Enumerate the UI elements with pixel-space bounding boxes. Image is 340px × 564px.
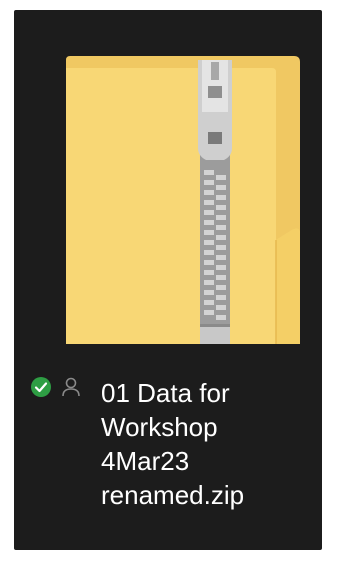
zipped-folder-icon — [66, 56, 300, 344]
file-tile[interactable]: 01 Data for Workshop 4Mar23 renamed.zip — [14, 10, 322, 550]
synced-check-icon — [31, 377, 51, 397]
file-name-line: 4Mar23 — [101, 446, 190, 476]
file-name-label[interactable]: 01 Data for Workshop 4Mar23 renamed.zip — [101, 376, 301, 512]
file-name-line: 01 Data for — [101, 378, 230, 408]
person-icon — [62, 377, 80, 397]
file-name-line: Workshop — [101, 412, 218, 442]
file-name-line: renamed.zip — [101, 480, 245, 510]
